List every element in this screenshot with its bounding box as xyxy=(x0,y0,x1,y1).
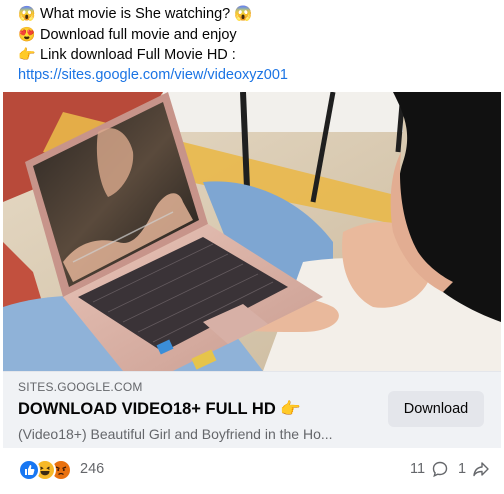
link-preview-image[interactable] xyxy=(3,92,501,371)
preview-description: (Video18+) Beautiful Girl and Boyfriend … xyxy=(18,426,333,442)
comment-icon xyxy=(432,461,448,478)
like-reaction-icon xyxy=(18,459,40,481)
download-button[interactable]: Download xyxy=(388,391,484,427)
pointing-hand-emoji-icon: 👉 xyxy=(18,46,36,62)
link-preview-card[interactable]: SITES.GOOGLE.COM DOWNLOAD VIDEO18+ FULL … xyxy=(3,371,501,448)
post-footer: 246 11 1 xyxy=(0,447,504,494)
preview-photo xyxy=(3,92,501,371)
preview-domain: SITES.GOOGLE.COM xyxy=(18,380,143,394)
post-link[interactable]: https://sites.google.com/view/videoxyz00… xyxy=(18,67,288,83)
comment-count[interactable]: 11 xyxy=(410,460,449,478)
heart-eyes-emoji-icon: 😍 xyxy=(18,25,36,42)
scream-emoji-icon: 😱 xyxy=(18,5,36,21)
post-line-3: 👉 Link download Full Movie HD : xyxy=(18,46,236,63)
share-icon xyxy=(473,462,489,477)
post-text: 😱 What movie is She watching? 😱 😍 Download… xyxy=(18,4,288,85)
post-line-1: 😱 What movie is She watching? 😱 xyxy=(18,5,253,22)
post-line-2: 😍 Download full movie and enjoy xyxy=(18,25,237,43)
reaction-count[interactable]: 246 xyxy=(80,461,104,477)
preview-title[interactable]: DOWNLOAD VIDEO18+ FULL HD 👉 xyxy=(18,400,301,419)
share-count[interactable]: 1 xyxy=(458,460,490,478)
feed-post: 😱 What movie is She watching? 😱 😍 Download… xyxy=(0,0,504,494)
